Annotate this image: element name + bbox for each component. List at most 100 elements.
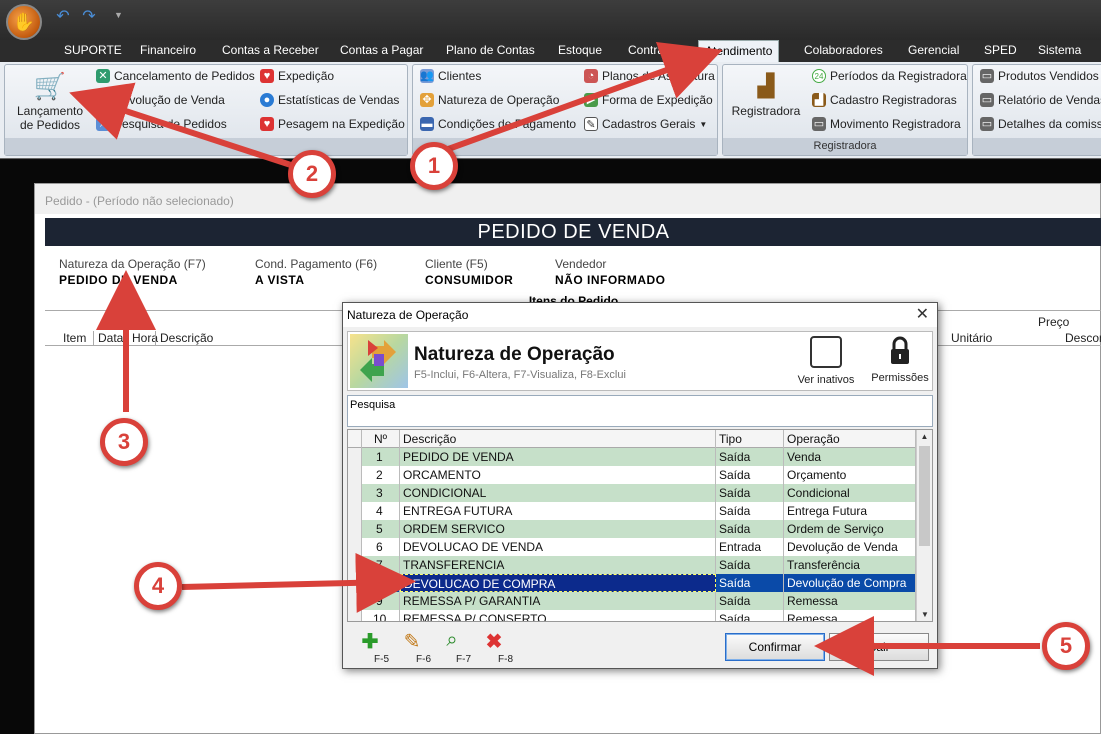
vendedor-value[interactable]: NÃO INFORMADO [555, 273, 666, 287]
forma-de-expedicao-button[interactable]: ▶ Forma de Expedição [584, 93, 713, 107]
pesquisa-de-pedidos-button[interactable]: ⌕ Pesquisa de Pedidos [96, 117, 227, 131]
expedicao-label: Expedição [278, 69, 335, 83]
edit-button[interactable]: ✎ F-6 [395, 629, 431, 665]
table-row[interactable]: 9 REMESSA P/ GARANTIA Saída Remessa [348, 592, 916, 610]
row-indicator [348, 556, 362, 574]
relatorio-de-vendas-button[interactable]: ▭ Relatório de Vendas [980, 93, 1101, 107]
sair-button[interactable]: Sair [829, 633, 929, 661]
produtos-vendidos-button[interactable]: ▭ Produtos Vendidos [980, 69, 1099, 83]
detalhes-da-comissao-button[interactable]: ▭ Detalhes da comiss [980, 117, 1101, 131]
natureza-value[interactable]: PEDIDO DE VENDA [59, 273, 178, 287]
table-row[interactable]: 7 TRANSFERENCIA Saída Transferência [348, 556, 916, 574]
cond-pagamento-label: Cond. Pagamento (F6) [255, 257, 378, 271]
close-icon[interactable]: ✕ [916, 304, 929, 324]
undo-icon[interactable]: ↶ [54, 8, 72, 26]
cell-operacao: Venda [784, 448, 916, 466]
quick-access-dropdown-icon[interactable]: ▼ [114, 10, 123, 20]
detalhes-label: Detalhes da comiss [998, 117, 1101, 131]
lancamento-de-pedidos-button[interactable]: 🛒 Lançamento de Pedidos [10, 72, 90, 132]
lancamento-label: Lançamento de Pedidos [16, 104, 84, 132]
cell-descricao: ORDEM SERVICO [400, 520, 716, 538]
cell-numero: 6 [362, 538, 400, 556]
pesquisa-label: Pesquisa de Pedidos [114, 117, 227, 131]
card-icon: ▬ [420, 117, 434, 131]
natureza-arrows-icon [350, 334, 408, 388]
confirmar-button[interactable]: Confirmar [725, 633, 825, 661]
cond-pagamento-value[interactable]: A VISTA [255, 273, 305, 287]
globe-icon: ● [260, 93, 274, 107]
cliente-value[interactable]: CONSUMIDOR [425, 273, 513, 287]
col-unitario[interactable]: Unitário [951, 331, 992, 345]
tab-atendimento[interactable]: Atendimento [698, 40, 780, 63]
tab-contas-a-receber[interactable]: Contas a Receber [216, 40, 325, 62]
cell-numero: 9 [362, 592, 400, 610]
scroll-down-icon[interactable]: ▼ [917, 610, 932, 619]
search-icon: ⌕ [96, 117, 110, 131]
movimento-registradora-button[interactable]: ▭ Movimento Registradora [812, 117, 961, 131]
condicoes-de-pagamento-button[interactable]: ▬ Condições de Pagamento [420, 117, 576, 131]
scroll-up-icon[interactable]: ▲ [917, 432, 932, 441]
cancelamento-de-pedidos-button[interactable]: ✕ Cancelamento de Pedidos [96, 69, 255, 83]
clientes-button[interactable]: 👥 Clientes [420, 69, 481, 83]
delete-icon: ✖ [485, 631, 503, 653]
periodos-da-registradora-button[interactable]: 24 Períodos da Registradora [812, 69, 967, 83]
tab-sped[interactable]: SPED [978, 40, 1023, 62]
registradora-button[interactable]: ▟ Registradora [728, 72, 804, 118]
table-row[interactable]: 6 DEVOLUCAO DE VENDA Entrada Devolução d… [348, 538, 916, 556]
col-operacao[interactable]: Operação [784, 430, 916, 448]
callout-4: 4 [134, 562, 182, 610]
truck-icon: ▶ [584, 93, 598, 107]
add-button[interactable]: ✚ F-5 [353, 629, 389, 665]
col-preco: Preço [1038, 315, 1070, 329]
col-item[interactable]: Item [63, 331, 86, 345]
row-indicator-header [348, 430, 362, 448]
callout-1: 1 [410, 142, 458, 190]
scroll-thumb[interactable] [919, 446, 930, 546]
table-row[interactable]: 1 PEDIDO DE VENDA Saída Venda [348, 448, 916, 466]
tab-gerencial[interactable]: Gerencial [902, 40, 965, 62]
redo-icon[interactable]: ↷ [80, 8, 98, 26]
col-numero[interactable]: Nº [362, 430, 400, 448]
row-indicator [348, 592, 362, 610]
cadastro-registradoras-button[interactable]: ▟ Cadastro Registradoras [812, 93, 957, 107]
cell-descricao: DEVOLUCAO DE COMPRA [400, 574, 716, 592]
tab-contas-a-pagar[interactable]: Contas a Pagar [334, 40, 429, 62]
tab-suporte[interactable]: SUPORTE [58, 40, 128, 62]
estatisticas-de-vendas-button[interactable]: ● Estatísticas de Vendas [260, 93, 399, 107]
app-logo-icon[interactable]: ✋ [6, 4, 42, 40]
expedicao-button[interactable]: ♥ Expedição [260, 69, 334, 83]
table-row[interactable]: 5 ORDEM SERVICO Saída Ordem de Serviço [348, 520, 916, 538]
col-tipo[interactable]: Tipo [716, 430, 784, 448]
col-descricao[interactable]: Descrição [400, 430, 716, 448]
table-scrollbar[interactable]: ▲ ▼ [916, 430, 932, 621]
delete-button[interactable]: ✖ F-8 [477, 629, 513, 665]
tab-colaboradores[interactable]: Colaboradores [798, 40, 889, 62]
cadastros-gerais-button[interactable]: ✎ Cadastros Gerais ▼ [584, 117, 707, 131]
col-data[interactable]: Data [93, 331, 123, 345]
tab-contratos[interactable]: Contratos [622, 40, 686, 62]
tab-sistema[interactable]: Sistema [1032, 40, 1087, 62]
ver-inativos-button[interactable]: Ver inativos [796, 336, 856, 386]
devolucao-de-venda-button[interactable]: ↩ Devolução de Venda [96, 93, 225, 107]
col-descricao[interactable]: Descrição [155, 331, 213, 345]
tab-estoque[interactable]: Estoque [552, 40, 608, 62]
pesagem-na-expedicao-button[interactable]: ♥ Pesagem na Expedição [260, 117, 405, 131]
col-desconto[interactable]: Descon [1065, 331, 1101, 345]
planos-de-assinatura-button[interactable]: ◔ Planos de Assinatura [584, 69, 715, 83]
natureza-de-operacao-button[interactable]: ✥ Natureza de Operação [420, 93, 559, 107]
pesquisa-input[interactable]: Pesquisa [347, 395, 933, 427]
add-shortcut-label: F-5 [374, 654, 389, 665]
pedido-header: PEDIDO DE VENDA [45, 218, 1101, 246]
table-row-selected[interactable]: 8 DEVOLUCAO DE COMPRA Saída Devolução de… [348, 574, 916, 592]
table-row[interactable]: 2 ORCAMENTO Saída Orçamento [348, 466, 916, 484]
table-row[interactable]: 4 ENTREGA FUTURA Saída Entrega Futura [348, 502, 916, 520]
table-row[interactable]: 10 REMESSA P/ CONSERTO Saída Remessa [348, 610, 916, 621]
permissoes-button[interactable]: Permissões [870, 336, 930, 384]
tab-plano-de-contas[interactable]: Plano de Contas [440, 40, 541, 62]
col-hora[interactable]: Hora [127, 331, 158, 345]
title-bar: ✋ ↶ ↷ ▼ [0, 0, 1101, 40]
cell-numero: 5 [362, 520, 400, 538]
table-row[interactable]: 3 CONDICIONAL Saída Condicional [348, 484, 916, 502]
tab-financeiro[interactable]: Financeiro [134, 40, 202, 62]
view-button[interactable]: ⌕ F-7 [435, 629, 471, 665]
